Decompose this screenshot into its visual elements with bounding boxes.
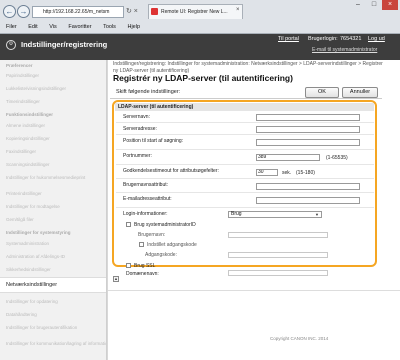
sidebar-item[interactable]: Papirindstillinger <box>0 70 106 82</box>
user-label: Brugerlogin: <box>308 36 338 42</box>
username-sub-input[interactable] <box>228 232 328 238</box>
save-password-checkbox[interactable] <box>139 242 144 247</box>
sidebar-item[interactable]: Indstillinger for opdatering <box>0 296 106 308</box>
sidebar-item[interactable]: Indstillinger for kommunikation/lagring … <box>0 338 106 350</box>
port-hint: (1-65535) <box>326 155 348 161</box>
use-ssl-label: Brug SSL <box>134 263 156 269</box>
footer-divider <box>108 290 400 291</box>
sidebar-item[interactable]: Kopieringsindstillinger <box>0 133 106 145</box>
mail-admin-link[interactable]: E-mail til systemadministrator <box>312 47 377 53</box>
forward-arrow-icon[interactable]: → <box>17 5 30 18</box>
username-attr-row: Brugernavnsattribut: <box>116 180 374 193</box>
menu-help[interactable]: Hjelp <box>127 24 140 30</box>
portal-link[interactable]: Til portal <box>278 36 299 42</box>
search-start-row: Position til start af søgning: <box>116 136 374 150</box>
minimize-icon[interactable]: – <box>350 0 366 10</box>
settings-instruction: Skift følgende indstillinger: <box>116 89 181 95</box>
port-row: Portnummer: 389 (1-65535) <box>116 151 374 165</box>
login-info-select[interactable]: Brug ▼ <box>228 211 322 218</box>
email-attr-input[interactable] <box>256 197 360 204</box>
password-sub-label: Adgangskode: <box>145 252 177 258</box>
use-ssl-checkbox[interactable] <box>126 263 131 268</box>
sidebar-item[interactable]: Systemadministration <box>0 238 106 250</box>
timeout-hint: (15-180) <box>296 170 315 176</box>
port-label: Portnummer: <box>123 153 152 159</box>
server-address-input[interactable] <box>256 126 360 133</box>
browser-tab[interactable]: Remote UI: Registrer New L... <box>148 4 243 19</box>
menu-view[interactable]: Vis <box>49 24 57 30</box>
sidebar-item[interactable]: Sikkerhedsindstillinger <box>0 264 106 276</box>
tab-close-icon[interactable]: × <box>236 7 240 13</box>
sidebar-item[interactable]: Indstillinger for modtagelse <box>0 201 106 213</box>
login-info-row: Login-informationer: Brug ▼ <box>116 209 374 221</box>
username-attr-label: Brugernavnsattribut: <box>123 182 169 188</box>
sidebar-item[interactable]: Indstillinger for hukommelsesmedieprint <box>0 172 106 184</box>
logout-link[interactable]: Log ud <box>368 36 385 42</box>
panel-title: LDAP-server (til autentificering) <box>115 103 374 111</box>
divider <box>110 98 382 99</box>
chevron-down-icon: ▼ <box>315 212 319 217</box>
window-close-icon[interactable]: × <box>382 0 398 10</box>
tab-favicon-icon <box>151 8 158 15</box>
email-attr-label: E-mailadresseattribut: <box>123 196 172 202</box>
sidebar: Præferencer Papirindstillinger Lukkelist… <box>0 60 107 360</box>
back-to-top-icon[interactable]: ▲ <box>113 276 119 282</box>
sidebar-item[interactable]: Timerindstillinger <box>0 96 106 108</box>
sidebar-item[interactable]: Lukkeliste/visningsindstillinger <box>0 83 106 95</box>
menu-favorites[interactable]: Favoritter <box>68 24 91 30</box>
domain-name-label: Domænenavn: <box>126 271 159 277</box>
port-input[interactable]: 389 <box>256 154 320 161</box>
login-info-value: Brug <box>231 211 242 217</box>
refresh-icon[interactable]: ↻ × <box>126 6 144 18</box>
browser-menubar: Filer Edit Vis Favoritter Tools Hjelp <box>0 21 400 33</box>
user-id: 7654321 <box>340 36 362 42</box>
cancel-button[interactable]: Annuller <box>342 87 378 98</box>
sidebar-item[interactable]: Faxindstillinger <box>0 146 106 158</box>
use-admin-id-checkbox[interactable] <box>126 222 131 227</box>
address-bar[interactable]: http://192.168.22.65/m_netsm <box>32 6 124 18</box>
email-attr-row: E-mailadresseattribut: <box>116 194 374 208</box>
timeout-unit: sek. <box>282 170 292 176</box>
search-start-input[interactable] <box>256 139 360 146</box>
menu-edit[interactable]: Edit <box>28 24 37 30</box>
sidebar-item[interactable]: Administration af Afdelings-ID <box>0 251 106 263</box>
timeout-input[interactable]: 30 <box>256 169 278 176</box>
sidebar-item[interactable]: Almene indstillinger <box>0 120 106 132</box>
sidebar-item[interactable]: Printerindstillinger <box>0 188 106 200</box>
settings-logo-icon: ⚙ <box>6 40 16 50</box>
server-address-label: Serveradresse: <box>123 126 157 132</box>
ok-button[interactable]: OK <box>305 87 339 98</box>
sidebar-item-network-settings[interactable]: Netværksindstillinger <box>0 277 106 293</box>
use-admin-id-label: Brug systemadministratorID <box>134 222 196 228</box>
username-attr-input[interactable] <box>256 183 360 190</box>
sidebar-item[interactable]: Indstillinger for brugerautentifikation <box>0 322 106 334</box>
menu-tools[interactable]: Tools <box>103 24 116 30</box>
timeout-row: Godkendelsestimeout for attributsøgefelt… <box>116 166 374 179</box>
page-title: Registrér ny LDAP-server (til autentific… <box>113 73 293 83</box>
maximize-icon[interactable]: □ <box>366 0 382 10</box>
server-name-input[interactable] <box>256 114 360 121</box>
domain-name-input[interactable] <box>228 270 328 276</box>
server-name-row: Servernavn: <box>116 112 374 123</box>
server-address-row: Serveradresse: <box>116 124 374 135</box>
username-sub-label: Brugernavn: <box>138 232 166 238</box>
password-sub-input[interactable] <box>228 252 328 258</box>
copyright: Copyright CANON INC. 2014 <box>270 336 329 341</box>
app-title: Indstillinger/registrering <box>21 40 108 49</box>
search-start-label: Position til start af søgning: <box>123 138 184 144</box>
sidebar-item[interactable]: Gem/tilgå filer <box>0 214 106 226</box>
back-arrow-icon[interactable]: ← <box>3 5 16 18</box>
server-name-label: Servernavn: <box>123 114 150 120</box>
menu-file[interactable]: Filer <box>6 24 17 30</box>
sidebar-item[interactable]: Scanningsindstillinger <box>0 159 106 171</box>
save-password-label: Indstillet adgangskode <box>147 242 197 248</box>
login-info-label: Login-informationer: <box>123 211 168 217</box>
timeout-label: Godkendelsestimeout for attributsøgefelt… <box>123 168 219 174</box>
sidebar-item[interactable]: Datahåndtering <box>0 309 106 321</box>
